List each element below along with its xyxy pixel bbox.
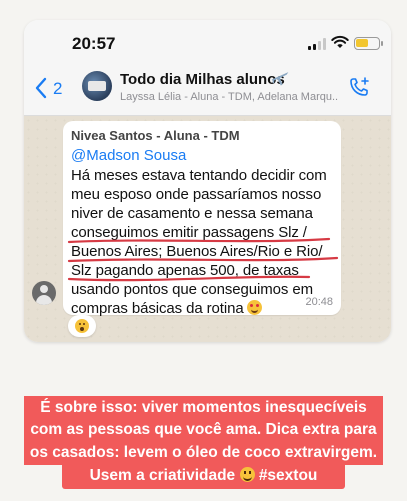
smiling-face-icon bbox=[239, 467, 255, 482]
caption-line-box: Usem a criatividade #sextou bbox=[62, 465, 345, 489]
heart-eyes-emoji-icon bbox=[246, 300, 262, 315]
cellular-signal-icon bbox=[308, 38, 326, 50]
message-reaction[interactable] bbox=[68, 315, 96, 337]
message-sender: Nivea Santos - Aluna - TDM bbox=[71, 128, 240, 143]
caption-line: com as pessoas que você ama. Dica extra … bbox=[30, 421, 377, 438]
status-time: 20:57 bbox=[72, 34, 116, 53]
caption-last-line: Usem a criatividade #sextou bbox=[62, 466, 345, 486]
caption-line: É sobre isso: viver momentos inesquecíve… bbox=[40, 399, 367, 416]
group-name[interactable]: Todo dia Milhas alunos bbox=[120, 71, 285, 88]
caption-line-box: com as pessoas que você ama. Dica extra … bbox=[24, 419, 383, 442]
caption-line: Usem a criatividade bbox=[89, 467, 236, 484]
message-line: usando pontos que conseguimos em bbox=[71, 281, 313, 298]
chat-header: 2 Todo dia Milhas alunos Layssa Lélia - … bbox=[24, 64, 391, 116]
chat-screenshot: 20:57 2 Todo dia Milhas alunos Layssa Lé… bbox=[24, 20, 391, 342]
message-line-text: compras básicas da rotina bbox=[71, 300, 244, 317]
battery-icon bbox=[354, 37, 383, 50]
astonished-face-icon bbox=[75, 319, 89, 333]
caption-hashtag[interactable]: #sextou bbox=[259, 467, 318, 484]
airplane-icon bbox=[271, 72, 289, 86]
back-unread-count[interactable]: 2 bbox=[53, 79, 62, 99]
status-bar: 20:57 bbox=[24, 20, 391, 64]
message-line: Buenos Aires; Buenos Aires/Rio e Rio/ bbox=[71, 243, 323, 260]
message-line: meu esposo onde passaríamos nosso bbox=[71, 186, 322, 203]
message-line-last: compras básicas da rotina bbox=[71, 300, 262, 317]
chat-area: Nivea Santos - Aluna - TDM @Madson Sousa… bbox=[24, 116, 391, 342]
message-line: Há meses estava tentando decidir com bbox=[71, 167, 327, 184]
message-line: Slz pagando apenas 500, de taxas bbox=[71, 262, 299, 279]
wifi-icon bbox=[331, 35, 349, 48]
message-line: niver de casamento e nessa semana bbox=[71, 205, 313, 222]
group-avatar[interactable] bbox=[82, 71, 112, 101]
message-line: conseguimos emitir passagens Slz / bbox=[71, 224, 307, 241]
chevron-left-icon[interactable] bbox=[34, 77, 48, 99]
caption-line-box: os casados: levem o óleo de coco extravi… bbox=[24, 442, 383, 465]
caption-line: os casados: levem o óleo de coco extravi… bbox=[29, 444, 378, 461]
message-time: 20:48 bbox=[305, 296, 333, 308]
message-bubble[interactable]: Nivea Santos - Aluna - TDM @Madson Sousa… bbox=[63, 121, 341, 317]
message-mention[interactable]: @Madson Sousa bbox=[71, 147, 186, 164]
caption-line-box: É sobre isso: viver momentos inesquecíve… bbox=[24, 396, 383, 419]
add-call-icon[interactable] bbox=[348, 76, 370, 98]
group-members[interactable]: Layssa Lélia - Aluna - TDM, Adelana Marq… bbox=[120, 91, 338, 103]
sender-avatar[interactable] bbox=[32, 281, 56, 305]
